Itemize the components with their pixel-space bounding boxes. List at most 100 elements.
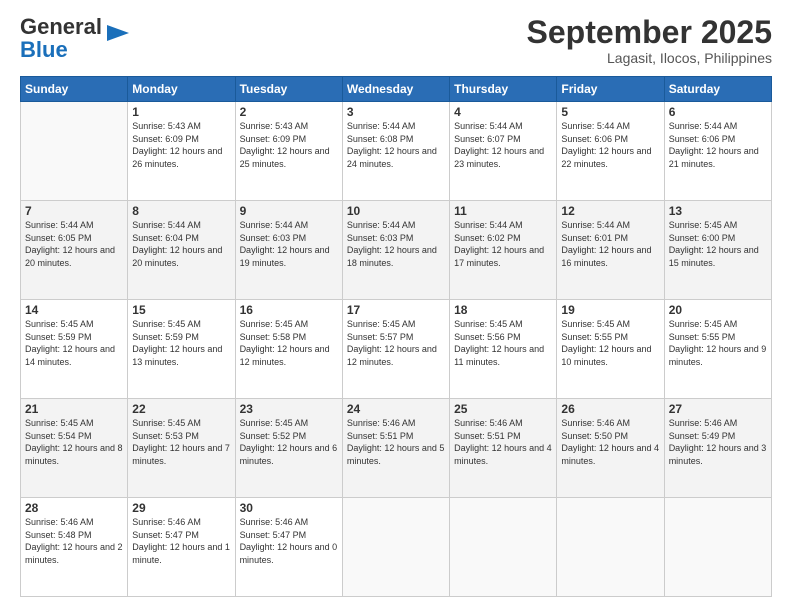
table-row: 2Sunrise: 5:43 AM Sunset: 6:09 PM Daylig… <box>235 102 342 201</box>
table-row: 4Sunrise: 5:44 AM Sunset: 6:07 PM Daylig… <box>450 102 557 201</box>
header-friday: Friday <box>557 77 664 102</box>
day-number: 13 <box>669 204 767 218</box>
logo-icon <box>105 19 133 47</box>
table-row: 9Sunrise: 5:44 AM Sunset: 6:03 PM Daylig… <box>235 201 342 300</box>
day-info: Sunrise: 5:46 AM Sunset: 5:48 PM Dayligh… <box>25 516 123 566</box>
header-thursday: Thursday <box>450 77 557 102</box>
table-row: 26Sunrise: 5:46 AM Sunset: 5:50 PM Dayli… <box>557 399 664 498</box>
day-info: Sunrise: 5:45 AM Sunset: 5:57 PM Dayligh… <box>347 318 445 368</box>
day-info: Sunrise: 5:43 AM Sunset: 6:09 PM Dayligh… <box>132 120 230 170</box>
day-info: Sunrise: 5:44 AM Sunset: 6:03 PM Dayligh… <box>240 219 338 269</box>
day-number: 30 <box>240 501 338 515</box>
day-info: Sunrise: 5:46 AM Sunset: 5:47 PM Dayligh… <box>132 516 230 566</box>
day-info: Sunrise: 5:45 AM Sunset: 6:00 PM Dayligh… <box>669 219 767 269</box>
table-row: 1Sunrise: 5:43 AM Sunset: 6:09 PM Daylig… <box>128 102 235 201</box>
table-row: 27Sunrise: 5:46 AM Sunset: 5:49 PM Dayli… <box>664 399 771 498</box>
header-saturday: Saturday <box>664 77 771 102</box>
day-number: 11 <box>454 204 552 218</box>
day-number: 7 <box>25 204 123 218</box>
table-row: 15Sunrise: 5:45 AM Sunset: 5:59 PM Dayli… <box>128 300 235 399</box>
table-row <box>342 498 449 597</box>
table-row: 18Sunrise: 5:45 AM Sunset: 5:56 PM Dayli… <box>450 300 557 399</box>
day-info: Sunrise: 5:44 AM Sunset: 6:06 PM Dayligh… <box>561 120 659 170</box>
day-number: 23 <box>240 402 338 416</box>
day-number: 9 <box>240 204 338 218</box>
table-row: 17Sunrise: 5:45 AM Sunset: 5:57 PM Dayli… <box>342 300 449 399</box>
day-number: 10 <box>347 204 445 218</box>
day-info: Sunrise: 5:46 AM Sunset: 5:50 PM Dayligh… <box>561 417 659 467</box>
day-info: Sunrise: 5:46 AM Sunset: 5:49 PM Dayligh… <box>669 417 767 467</box>
day-number: 27 <box>669 402 767 416</box>
table-row: 20Sunrise: 5:45 AM Sunset: 5:55 PM Dayli… <box>664 300 771 399</box>
calendar-title: September 2025 <box>527 15 772 50</box>
day-number: 20 <box>669 303 767 317</box>
day-info: Sunrise: 5:45 AM Sunset: 5:53 PM Dayligh… <box>132 417 230 467</box>
table-row: 24Sunrise: 5:46 AM Sunset: 5:51 PM Dayli… <box>342 399 449 498</box>
day-number: 5 <box>561 105 659 119</box>
table-row: 5Sunrise: 5:44 AM Sunset: 6:06 PM Daylig… <box>557 102 664 201</box>
table-row: 23Sunrise: 5:45 AM Sunset: 5:52 PM Dayli… <box>235 399 342 498</box>
day-info: Sunrise: 5:44 AM Sunset: 6:05 PM Dayligh… <box>25 219 123 269</box>
table-row: 13Sunrise: 5:45 AM Sunset: 6:00 PM Dayli… <box>664 201 771 300</box>
day-number: 6 <box>669 105 767 119</box>
logo-blue: Blue <box>20 38 102 61</box>
table-row: 12Sunrise: 5:44 AM Sunset: 6:01 PM Dayli… <box>557 201 664 300</box>
table-row: 19Sunrise: 5:45 AM Sunset: 5:55 PM Dayli… <box>557 300 664 399</box>
day-number: 12 <box>561 204 659 218</box>
table-row: 30Sunrise: 5:46 AM Sunset: 5:47 PM Dayli… <box>235 498 342 597</box>
logo-general: General <box>20 15 102 38</box>
table-row: 11Sunrise: 5:44 AM Sunset: 6:02 PM Dayli… <box>450 201 557 300</box>
table-row <box>450 498 557 597</box>
day-info: Sunrise: 5:45 AM Sunset: 5:52 PM Dayligh… <box>240 417 338 467</box>
day-info: Sunrise: 5:46 AM Sunset: 5:47 PM Dayligh… <box>240 516 338 566</box>
table-row: 16Sunrise: 5:45 AM Sunset: 5:58 PM Dayli… <box>235 300 342 399</box>
day-number: 24 <box>347 402 445 416</box>
calendar-week-row: 7Sunrise: 5:44 AM Sunset: 6:05 PM Daylig… <box>21 201 772 300</box>
title-block: September 2025 Lagasit, Ilocos, Philippi… <box>527 15 772 66</box>
table-row: 8Sunrise: 5:44 AM Sunset: 6:04 PM Daylig… <box>128 201 235 300</box>
day-number: 2 <box>240 105 338 119</box>
day-info: Sunrise: 5:44 AM Sunset: 6:01 PM Dayligh… <box>561 219 659 269</box>
day-number: 28 <box>25 501 123 515</box>
day-info: Sunrise: 5:45 AM Sunset: 5:59 PM Dayligh… <box>25 318 123 368</box>
day-info: Sunrise: 5:44 AM Sunset: 6:08 PM Dayligh… <box>347 120 445 170</box>
table-row <box>664 498 771 597</box>
page: General Blue September 2025 Lagasit, Ilo… <box>0 0 792 612</box>
day-number: 1 <box>132 105 230 119</box>
day-number: 15 <box>132 303 230 317</box>
header-sunday: Sunday <box>21 77 128 102</box>
day-info: Sunrise: 5:45 AM Sunset: 5:54 PM Dayligh… <box>25 417 123 467</box>
header-tuesday: Tuesday <box>235 77 342 102</box>
table-row: 6Sunrise: 5:44 AM Sunset: 6:06 PM Daylig… <box>664 102 771 201</box>
day-info: Sunrise: 5:46 AM Sunset: 5:51 PM Dayligh… <box>347 417 445 467</box>
table-row: 7Sunrise: 5:44 AM Sunset: 6:05 PM Daylig… <box>21 201 128 300</box>
weekday-header-row: Sunday Monday Tuesday Wednesday Thursday… <box>21 77 772 102</box>
day-number: 18 <box>454 303 552 317</box>
header-wednesday: Wednesday <box>342 77 449 102</box>
day-number: 25 <box>454 402 552 416</box>
table-row: 21Sunrise: 5:45 AM Sunset: 5:54 PM Dayli… <box>21 399 128 498</box>
calendar-subtitle: Lagasit, Ilocos, Philippines <box>527 50 772 66</box>
day-number: 21 <box>25 402 123 416</box>
header: General Blue September 2025 Lagasit, Ilo… <box>20 15 772 66</box>
table-row: 28Sunrise: 5:46 AM Sunset: 5:48 PM Dayli… <box>21 498 128 597</box>
day-info: Sunrise: 5:45 AM Sunset: 5:55 PM Dayligh… <box>561 318 659 368</box>
day-number: 29 <box>132 501 230 515</box>
day-info: Sunrise: 5:43 AM Sunset: 6:09 PM Dayligh… <box>240 120 338 170</box>
day-info: Sunrise: 5:46 AM Sunset: 5:51 PM Dayligh… <box>454 417 552 467</box>
day-info: Sunrise: 5:45 AM Sunset: 5:59 PM Dayligh… <box>132 318 230 368</box>
day-info: Sunrise: 5:45 AM Sunset: 5:56 PM Dayligh… <box>454 318 552 368</box>
day-number: 26 <box>561 402 659 416</box>
table-row: 3Sunrise: 5:44 AM Sunset: 6:08 PM Daylig… <box>342 102 449 201</box>
table-row <box>21 102 128 201</box>
header-monday: Monday <box>128 77 235 102</box>
table-row: 25Sunrise: 5:46 AM Sunset: 5:51 PM Dayli… <box>450 399 557 498</box>
calendar-table: Sunday Monday Tuesday Wednesday Thursday… <box>20 76 772 597</box>
day-number: 3 <box>347 105 445 119</box>
day-info: Sunrise: 5:45 AM Sunset: 5:55 PM Dayligh… <box>669 318 767 368</box>
table-row <box>557 498 664 597</box>
day-number: 22 <box>132 402 230 416</box>
table-row: 29Sunrise: 5:46 AM Sunset: 5:47 PM Dayli… <box>128 498 235 597</box>
day-info: Sunrise: 5:45 AM Sunset: 5:58 PM Dayligh… <box>240 318 338 368</box>
calendar-week-row: 28Sunrise: 5:46 AM Sunset: 5:48 PM Dayli… <box>21 498 772 597</box>
